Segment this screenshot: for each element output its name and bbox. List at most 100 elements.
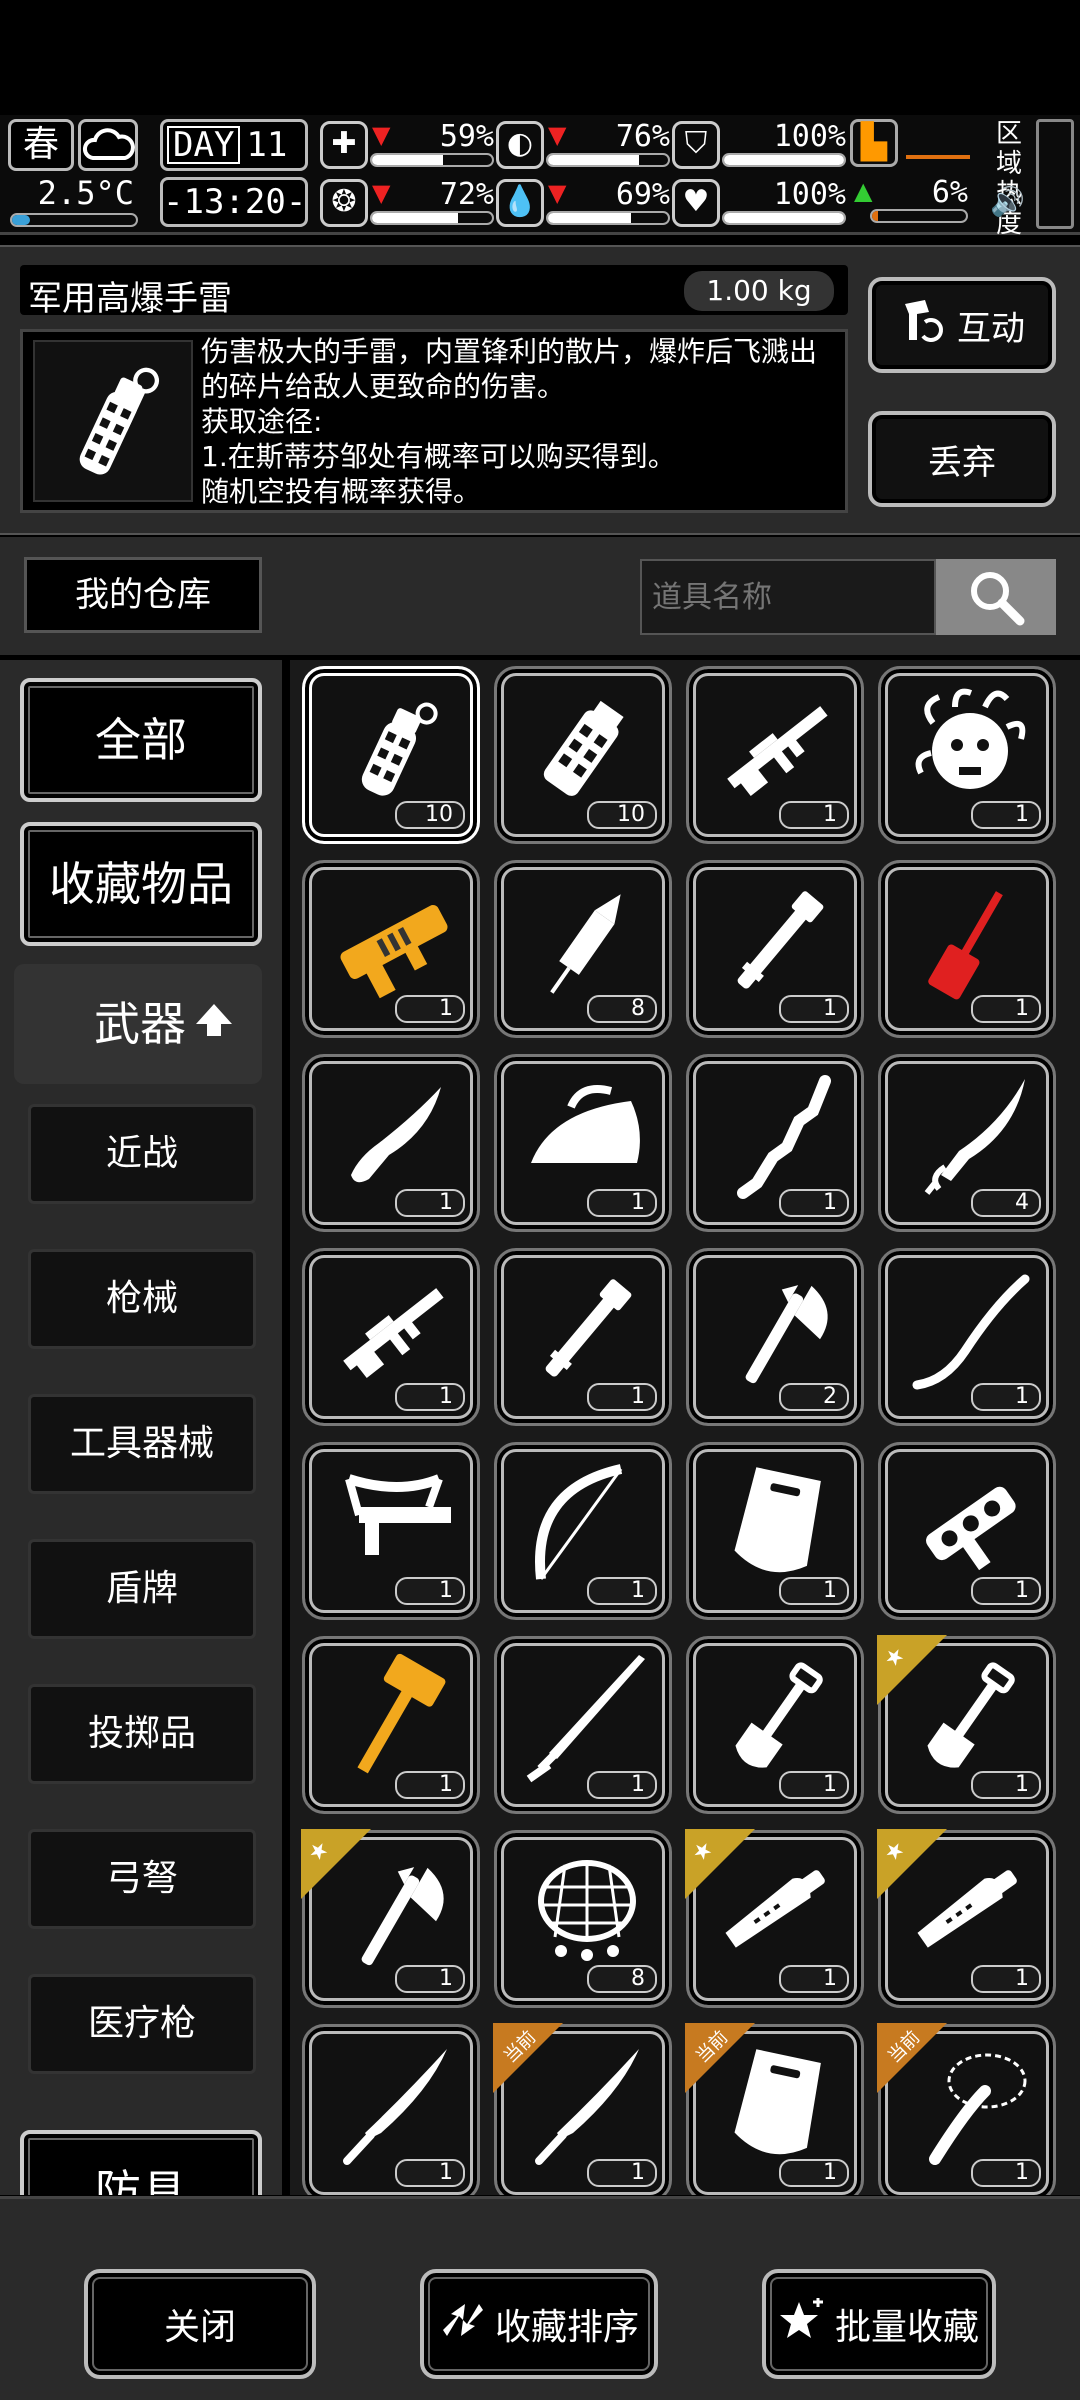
subcategory-item[interactable]: 近战 — [28, 1104, 256, 1204]
item-quantity: 1 — [587, 1189, 657, 1217]
season-label: 春 — [22, 124, 59, 165]
item-quantity: 1 — [779, 1189, 849, 1217]
discard-button[interactable]: 丢弃 — [868, 411, 1056, 507]
inventory-slot[interactable]: 10 — [494, 666, 672, 844]
item-name: 军用高爆手雷 — [28, 279, 232, 319]
subcategory-item[interactable]: 弓弩 — [28, 1829, 256, 1929]
stat-bar — [546, 153, 670, 167]
stat-bar — [722, 211, 846, 225]
stat-bar — [722, 153, 846, 167]
inventory-slot[interactable]: 1 — [302, 1248, 480, 1426]
inventory-slot[interactable]: 1 — [302, 2024, 480, 2195]
collapse-arrow-icon — [196, 1004, 232, 1036]
inventory-slot[interactable]: 10 — [302, 666, 480, 844]
batch-favorite-button[interactable]: 批量收藏 — [762, 2269, 996, 2379]
item-search-input[interactable] — [640, 559, 936, 635]
category-all[interactable]: 全部 — [20, 678, 262, 802]
item-quantity: 1 — [395, 1577, 465, 1605]
game-clock: -13:20- — [160, 177, 308, 227]
inventory-slot[interactable]: 1 ★ — [877, 1635, 1056, 1814]
arrow-down-icon: ▼ — [548, 121, 567, 149]
day-number: 11 — [246, 125, 288, 165]
armor-icon: ⛉ — [672, 121, 720, 169]
season-indicator: 春 — [8, 119, 74, 171]
inventory-slot[interactable]: 1 — [686, 1054, 864, 1232]
inventory-slot[interactable]: 1 当前 — [877, 2023, 1056, 2195]
inventory-slot[interactable]: 1 当前 — [685, 2023, 864, 2195]
star-add-icon — [779, 2296, 827, 2351]
item-quantity: 1 — [971, 1383, 1041, 1411]
inventory-slot[interactable]: 1 — [302, 860, 480, 1038]
category-favorites[interactable]: 收藏物品 — [20, 822, 262, 946]
inventory-slot[interactable]: 1 — [878, 860, 1056, 1038]
subcategory-item[interactable]: 投掷品 — [28, 1684, 256, 1784]
item-description: 伤害极大的手雷，内置锋利的散片，爆炸后飞溅出的碎片给敌人更致命的伤害。 获取途径… — [201, 335, 818, 508]
grenade-icon — [33, 340, 193, 502]
cloud-icon — [78, 119, 138, 171]
inventory-slot[interactable]: 1 — [686, 860, 864, 1038]
item-detail-panel: 军用高爆手雷 1.00 kg 伤害极大的手雷，内置锋利的散片，爆炸后飞溅出的碎片… — [0, 245, 1080, 535]
inventory-slot[interactable]: 1 — [302, 1636, 480, 1814]
item-quantity: 2 — [779, 1383, 849, 1411]
stamina-gauge: ▙ — [850, 119, 970, 171]
arrow-up-icon: ▲ — [854, 177, 873, 205]
medkit-icon: ✚ — [320, 121, 368, 169]
item-quantity: 8 — [587, 995, 657, 1023]
inventory-slot[interactable]: 1 — [494, 1636, 672, 1814]
inventory-slot[interactable]: 8 — [494, 860, 672, 1038]
item-weight: 1.00 kg — [684, 271, 834, 311]
stat-bar — [370, 211, 494, 225]
stat-gauge: ◐ ▼ 76% — [496, 119, 672, 171]
arrow-down-icon: ▼ — [372, 121, 391, 149]
inventory-slot[interactable]: 1 — [878, 1248, 1056, 1426]
subcategory-item[interactable]: 医疗枪 — [28, 1974, 256, 2074]
item-quantity: 1 — [395, 995, 465, 1023]
item-grid[interactable]: 10 10 1 1 1 8 1 1 1 1 1 4 1 1 2 1 1 1 1 1 1 1 1 1 ★ 1 ★ 8 1 ★ 1 ★ 1 1 当前 1 当… — [290, 660, 1080, 2195]
search-icon — [971, 572, 1025, 626]
category-sidebar[interactable]: 全部 收藏物品 武器 近战枪械工具器械盾牌投掷品弓弩医疗枪 防具 — [0, 660, 282, 2195]
search-button[interactable] — [936, 559, 1056, 635]
stat-gauge: ⛉ 100% — [672, 119, 848, 171]
category-weapons[interactable]: 武器 — [14, 964, 262, 1084]
inventory-slot[interactable]: 8 — [494, 1830, 672, 2008]
category-armor[interactable]: 防具 — [20, 2130, 262, 2195]
subcategory-item[interactable]: 枪械 — [28, 1249, 256, 1349]
item-quantity: 1 — [779, 995, 849, 1023]
inventory-slot[interactable]: 4 — [878, 1054, 1056, 1232]
item-title-bar: 军用高爆手雷 1.00 kg — [20, 265, 848, 319]
favorite-sort-button[interactable]: 收藏排序 — [420, 2269, 658, 2379]
inventory-slot[interactable]: 2 — [686, 1248, 864, 1426]
inventory-slot[interactable]: 1 当前 — [493, 2023, 672, 2195]
inventory-slot[interactable]: 1 ★ — [301, 1829, 480, 2008]
storage-title: 我的仓库 — [24, 557, 262, 633]
inventory-slot[interactable]: 1 — [494, 1054, 672, 1232]
inventory-slot[interactable]: 1 — [686, 1636, 864, 1814]
water-drop-icon: 💧 — [496, 179, 544, 227]
inventory-slot[interactable]: 1 — [878, 1442, 1056, 1620]
item-quantity: 1 — [971, 1771, 1041, 1799]
interact-button[interactable]: 互动 — [868, 277, 1056, 373]
item-quantity: 4 — [971, 1189, 1041, 1217]
subcategory-item[interactable]: 盾牌 — [28, 1539, 256, 1639]
item-quantity: 1 — [587, 1771, 657, 1799]
discard-label: 丢弃 — [928, 442, 996, 483]
stat-gauge: ✚ ▼ 59% — [320, 119, 496, 171]
inventory-slot[interactable]: 1 — [494, 1248, 672, 1426]
subcategory-item[interactable]: 工具器械 — [28, 1394, 256, 1494]
speaker-icon[interactable]: 🔊 — [990, 185, 1025, 218]
temperature-bar — [10, 213, 138, 227]
item-quantity: 1 — [971, 995, 1041, 1023]
inventory-slot[interactable]: 1 — [686, 666, 864, 844]
inventory-slot[interactable]: 1 — [686, 1442, 864, 1620]
close-button[interactable]: 关闭 — [84, 2269, 316, 2379]
inventory-slot[interactable]: 1 — [302, 1442, 480, 1620]
inventory-slot[interactable]: 1 ★ — [685, 1829, 864, 2008]
inventory-slot[interactable]: 1 ★ — [877, 1829, 1056, 2008]
stat-bar — [370, 153, 494, 167]
inventory-slot[interactable]: 1 — [878, 666, 1056, 844]
inventory-slot[interactable]: 1 — [494, 1442, 672, 1620]
item-quantity: 1 — [395, 1189, 465, 1217]
stat-pct: 100% — [773, 177, 846, 212]
item-quantity: 1 — [395, 1771, 465, 1799]
inventory-slot[interactable]: 1 — [302, 1054, 480, 1232]
